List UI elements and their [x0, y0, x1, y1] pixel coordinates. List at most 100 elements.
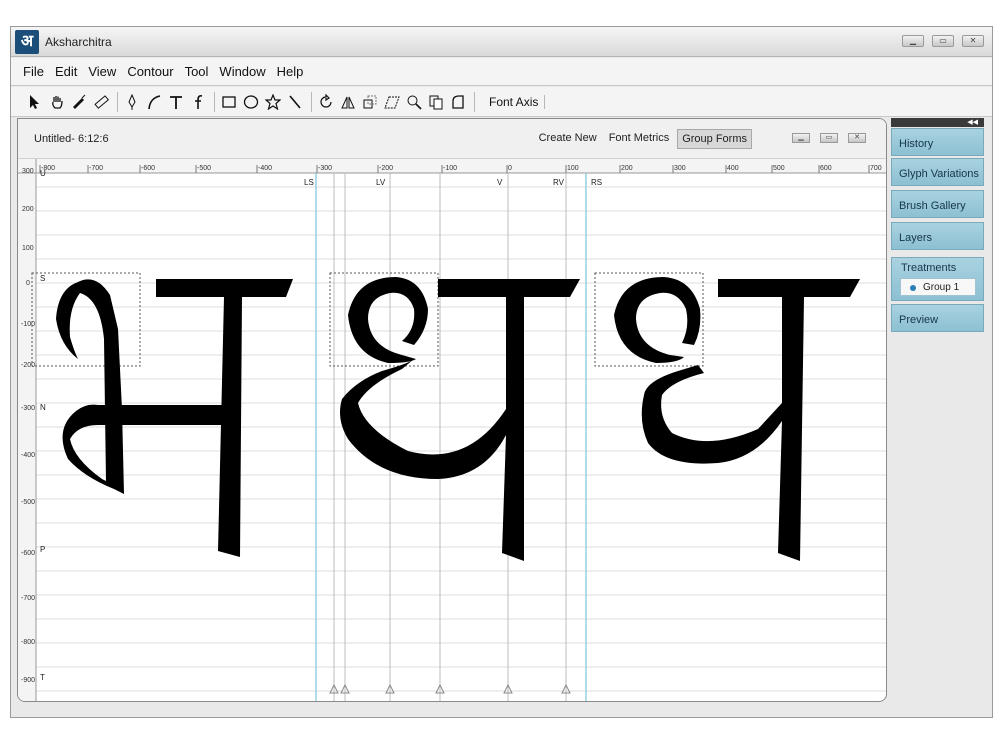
- menu-help[interactable]: Help: [277, 64, 304, 79]
- group-1-item[interactable]: Group 1: [900, 278, 976, 296]
- hand-tool[interactable]: [47, 92, 67, 112]
- rectangle-icon: [222, 95, 236, 108]
- menu-edit[interactable]: Edit: [55, 64, 77, 79]
- glyph-canvas[interactable]: -800 -700 -600 -500 -400 -300 -200 -100 …: [18, 159, 887, 702]
- ruler-x-label: -100: [443, 165, 457, 172]
- close-icon: ✕: [854, 134, 860, 141]
- ruler-y-label: -900: [21, 677, 35, 684]
- close-button[interactable]: ✕: [962, 35, 984, 47]
- ruler-y-label: 0: [26, 280, 30, 287]
- curve-icon: [148, 94, 161, 109]
- ruler-x-label: 600: [820, 165, 832, 172]
- tab-brush-gallery[interactable]: Brush Gallery: [891, 190, 984, 218]
- group-1-label: Group 1: [923, 282, 960, 293]
- ruler-x-label: -300: [318, 165, 332, 172]
- star-tool[interactable]: [263, 92, 283, 112]
- bullet-icon: [910, 285, 916, 291]
- f-stroke-icon: [195, 94, 203, 109]
- ruler-x-label: 300: [674, 165, 686, 172]
- ruler-x-label: 700: [870, 165, 882, 172]
- rotate-icon: [320, 93, 332, 108]
- ruler-x-label: -500: [197, 165, 211, 172]
- menu-bar: File Edit View Contour Tool Window Help: [11, 58, 992, 86]
- zoom-icon: [407, 95, 422, 110]
- star-icon: [265, 93, 281, 110]
- ruler-y-label: -600: [21, 550, 35, 557]
- ruler-y-label: 300: [22, 168, 34, 175]
- title-bar: अ Aksharchitra ▁ ▭ ✕: [11, 27, 992, 57]
- glyph-bha[interactable]: [56, 279, 293, 557]
- maximize-icon: ▭: [825, 134, 833, 141]
- document-window: Untitled- 6:12:6 Create New Font Metrics…: [17, 118, 887, 702]
- menu-window[interactable]: Window: [219, 64, 265, 79]
- tab-treatments[interactable]: Treatments Group 1: [891, 257, 984, 301]
- ruler-x-label: 400: [727, 165, 739, 172]
- skew-tool[interactable]: [382, 92, 402, 112]
- ruler-x-label: 500: [773, 165, 785, 172]
- ruler-y-label: -700: [21, 595, 35, 602]
- ellipse-tool[interactable]: [241, 92, 261, 112]
- menu-file[interactable]: File: [23, 64, 44, 79]
- ruler-x-label: -400: [258, 165, 272, 172]
- ruler-tool[interactable]: [91, 92, 111, 112]
- ruler-y-label: -500: [21, 499, 35, 506]
- doc-maximize-button[interactable]: ▭: [820, 133, 838, 143]
- collapse-panel-button[interactable]: ◀◀: [891, 118, 984, 127]
- rectangle-tool[interactable]: [219, 92, 239, 112]
- font-metrics-button[interactable]: Font Metrics: [605, 129, 674, 149]
- ruler-x-label: 100: [567, 165, 579, 172]
- guide-label-ls: LS: [304, 178, 314, 187]
- curve-tool[interactable]: [144, 92, 164, 112]
- app-title: Aksharchitra: [45, 35, 112, 49]
- tab-glyph-variations[interactable]: Glyph Variations: [891, 158, 984, 186]
- pointer-tool[interactable]: [25, 92, 45, 112]
- guide-label-p: P: [40, 545, 45, 554]
- ruler-y-label: 200: [22, 206, 34, 213]
- rotate-tool[interactable]: [316, 92, 336, 112]
- f-stroke-tool[interactable]: [188, 92, 208, 112]
- group-forms-button[interactable]: Group Forms: [677, 129, 752, 149]
- t-bar-icon: [170, 95, 182, 109]
- ruler-y-label: -100: [21, 321, 35, 328]
- tab-history[interactable]: History: [891, 128, 984, 156]
- guide-label-n: N: [40, 403, 46, 412]
- pen-tool[interactable]: [122, 92, 142, 112]
- menu-view[interactable]: View: [88, 64, 116, 79]
- font-axis-button[interactable]: Font Axis: [483, 94, 546, 109]
- maximize-button[interactable]: ▭: [932, 35, 954, 47]
- guide-label-t: T: [40, 673, 45, 682]
- copy-tool[interactable]: [426, 92, 446, 112]
- app-logo: अ: [15, 30, 39, 54]
- pen-nib-tool[interactable]: [69, 92, 89, 112]
- collapse-arrows-icon: ◀◀: [967, 119, 978, 126]
- tab-layers[interactable]: Layers: [891, 222, 984, 250]
- doc-close-button[interactable]: ✕: [848, 133, 866, 143]
- ruler-x-label: 0: [508, 165, 512, 172]
- reflect-icon: [341, 96, 355, 108]
- tab-preview[interactable]: Preview: [891, 304, 984, 332]
- menu-tool[interactable]: Tool: [185, 64, 209, 79]
- shape-tool[interactable]: [448, 92, 468, 112]
- create-new-button[interactable]: Create New: [535, 129, 601, 149]
- scale-tool[interactable]: [360, 92, 380, 112]
- reflect-tool[interactable]: [338, 92, 358, 112]
- minimize-button[interactable]: ▁: [902, 35, 924, 47]
- ruler-x-label: -200: [379, 165, 393, 172]
- document-header: Untitled- 6:12:6 Create New Font Metrics…: [18, 119, 886, 159]
- line-tool[interactable]: [285, 92, 305, 112]
- guide-label-v: V: [497, 178, 503, 187]
- t-bar-tool[interactable]: [166, 92, 186, 112]
- shape-icon: [452, 94, 464, 109]
- zoom-tool[interactable]: [404, 92, 424, 112]
- maximize-icon: ▭: [939, 36, 947, 45]
- app-window: अ Aksharchitra ▁ ▭ ✕ File Edit View Cont…: [10, 26, 993, 718]
- scale-icon: [363, 95, 377, 108]
- menu-contour[interactable]: Contour: [127, 64, 173, 79]
- toolbar: Font Axis: [11, 87, 992, 117]
- doc-minimize-button[interactable]: ▁: [792, 133, 810, 143]
- glyph-gha[interactable]: [614, 277, 860, 561]
- ruler-y-label: -400: [21, 452, 35, 459]
- minimize-icon: ▁: [798, 134, 804, 141]
- glyph-tha[interactable]: [340, 277, 580, 561]
- ruler-y-label: -800: [21, 639, 35, 646]
